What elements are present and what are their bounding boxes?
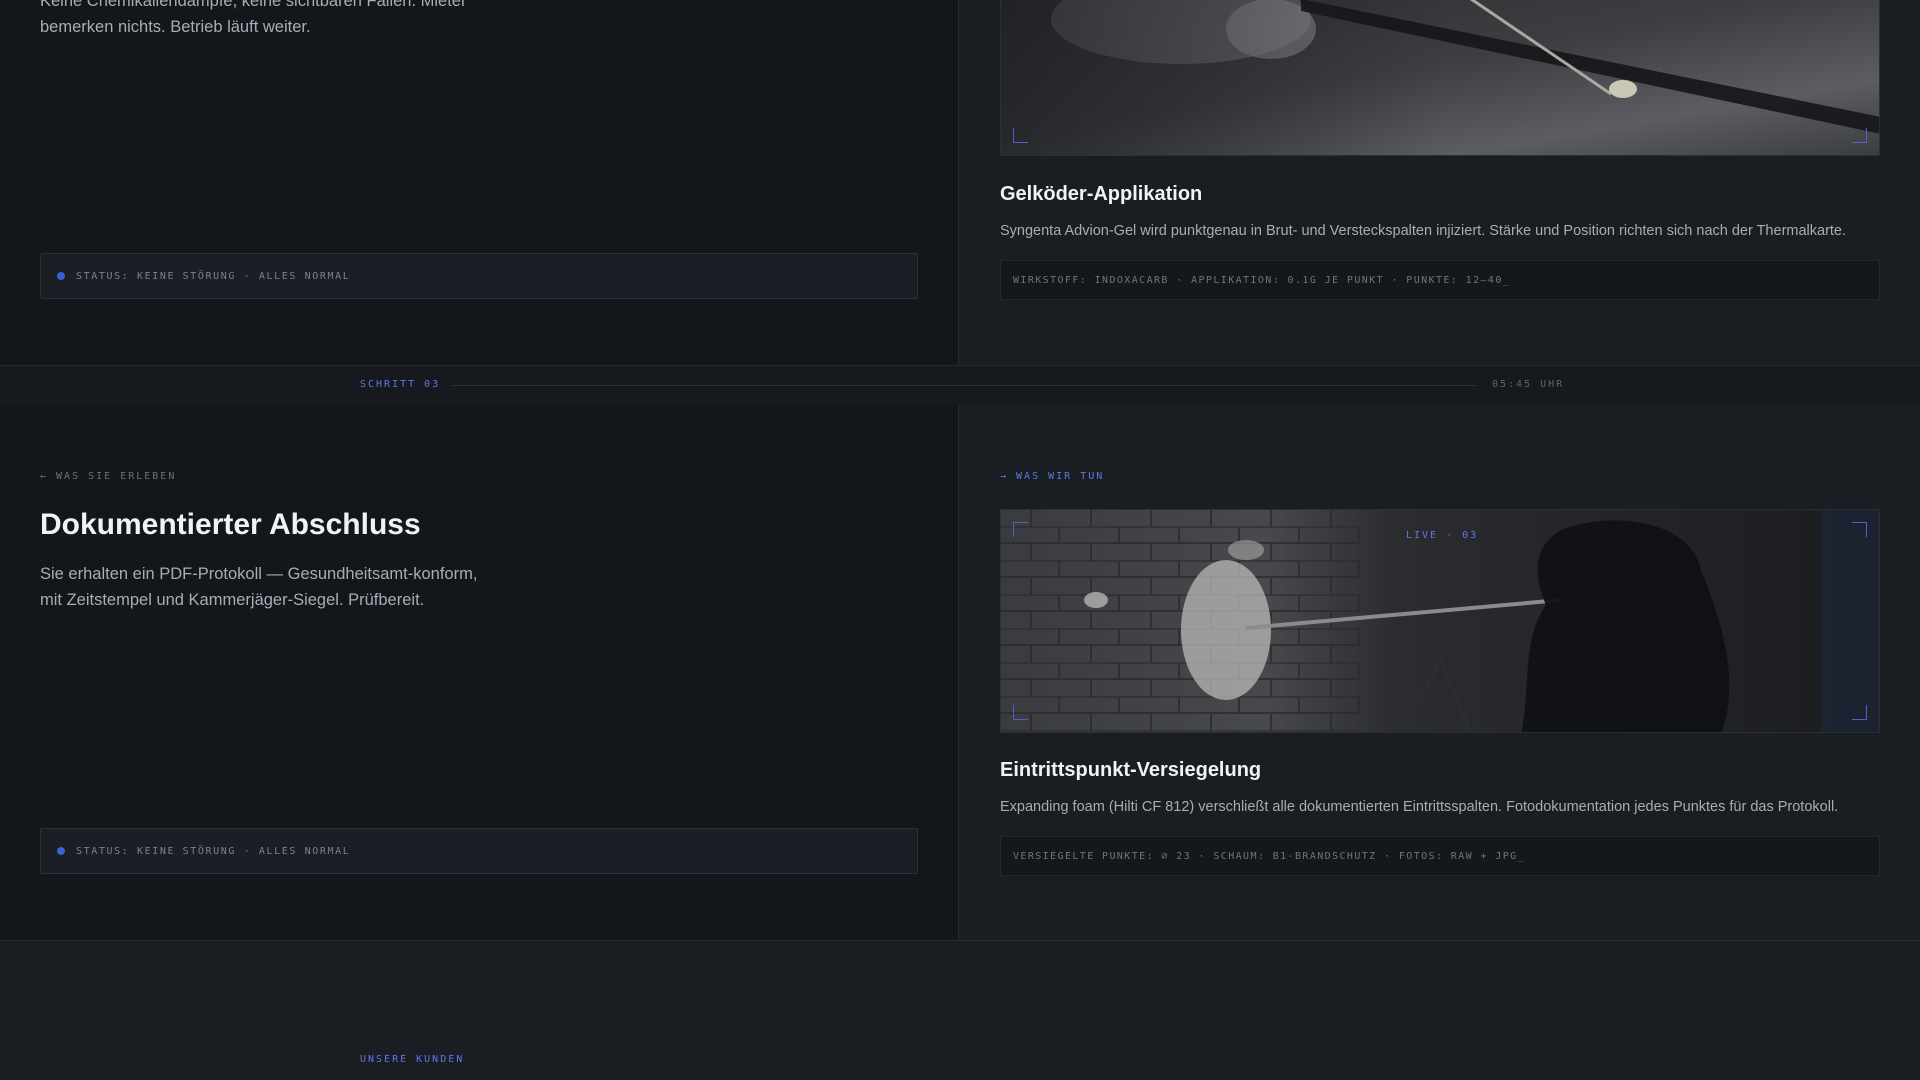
gel-card-spec: WIRKSTOFF: INDOXACARB · APPLIKATION: 0.1… [1000, 260, 1880, 300]
frame-corner-tl [1013, 522, 1028, 537]
status-text: STATUS: KEINE STÖRUNG · ALLES NORMAL [76, 845, 351, 857]
sealing-photo-illustration [1001, 510, 1879, 732]
status-dot-icon [57, 847, 65, 855]
step-band-label: SCHRITT 03 [360, 379, 441, 390]
live-label: LIVE · 03 [1406, 530, 1479, 541]
frame-corner-bl [1013, 705, 1028, 720]
step-band-line [452, 385, 1477, 386]
frame-corner-bl [1013, 128, 1028, 143]
step2-left-panel [0, 0, 958, 365]
frame-corner-tr [1852, 522, 1867, 537]
step-band: SCHRITT 03 05:45 UHR [0, 365, 1920, 407]
step3-title: Dokumentierter Abschluss [40, 508, 421, 541]
column-divider [958, 0, 959, 365]
gel-card-description: Syngenta Advion-Gel wird punktgenau in B… [1000, 223, 1847, 239]
step3-status-bar: STATUS: KEINE STÖRUNG · ALLES NORMAL [40, 828, 918, 874]
clients-label: UNSERE KUNDEN [360, 1054, 465, 1065]
sealing-card-title: Eintrittspunkt-Versiegelung [1000, 759, 1262, 781]
step3-intro-text: Sie erhalten ein PDF-Protokoll — Gesundh… [40, 561, 477, 613]
sealing-card-description: Expanding foam (Hilti CF 812) verschließ… [1000, 799, 1839, 815]
right-eyebrow: → WAS WIR TUN [1000, 471, 1105, 482]
step2-intro-line2: bemerken nichts. Betrieb läuft weiter. [40, 18, 311, 36]
gel-card-title: Gelköder-Applikation [1000, 183, 1203, 205]
status-text: STATUS: KEINE STÖRUNG · ALLES NORMAL [76, 270, 351, 282]
step2-status-bar: STATUS: KEINE STÖRUNG · ALLES NORMAL [40, 253, 918, 299]
left-eyebrow: ← WAS SIE ERLEBEN [40, 471, 177, 482]
gel-photo-illustration [1001, 0, 1879, 155]
step2-intro-text: Keine Chemikaliendämpfe, keine sichtbare… [40, 0, 466, 40]
gel-application-image [1000, 0, 1880, 156]
frame-corner-br [1852, 705, 1867, 720]
column-divider [958, 405, 959, 940]
step3-intro-line1: Sie erhalten ein PDF-Protokoll — Gesundh… [40, 565, 478, 583]
status-dot-icon [57, 272, 65, 280]
step3-intro-line2: mit Zeitstempel und Kammerjäger-Siegel. … [40, 591, 425, 609]
step2-intro-line1: Keine Chemikaliendämpfe, keine sichtbare… [40, 0, 467, 10]
sealing-image: LIVE · 03 [1000, 509, 1880, 733]
frame-corner-br [1852, 128, 1867, 143]
sealing-card-spec: VERSIEGELTE PUNKTE: ∅ 23 · SCHAUM: B1-BR… [1000, 836, 1880, 876]
clients-section: UNSERE KUNDEN [0, 941, 1920, 1080]
step-band-time: 05:45 UHR [1492, 379, 1565, 390]
